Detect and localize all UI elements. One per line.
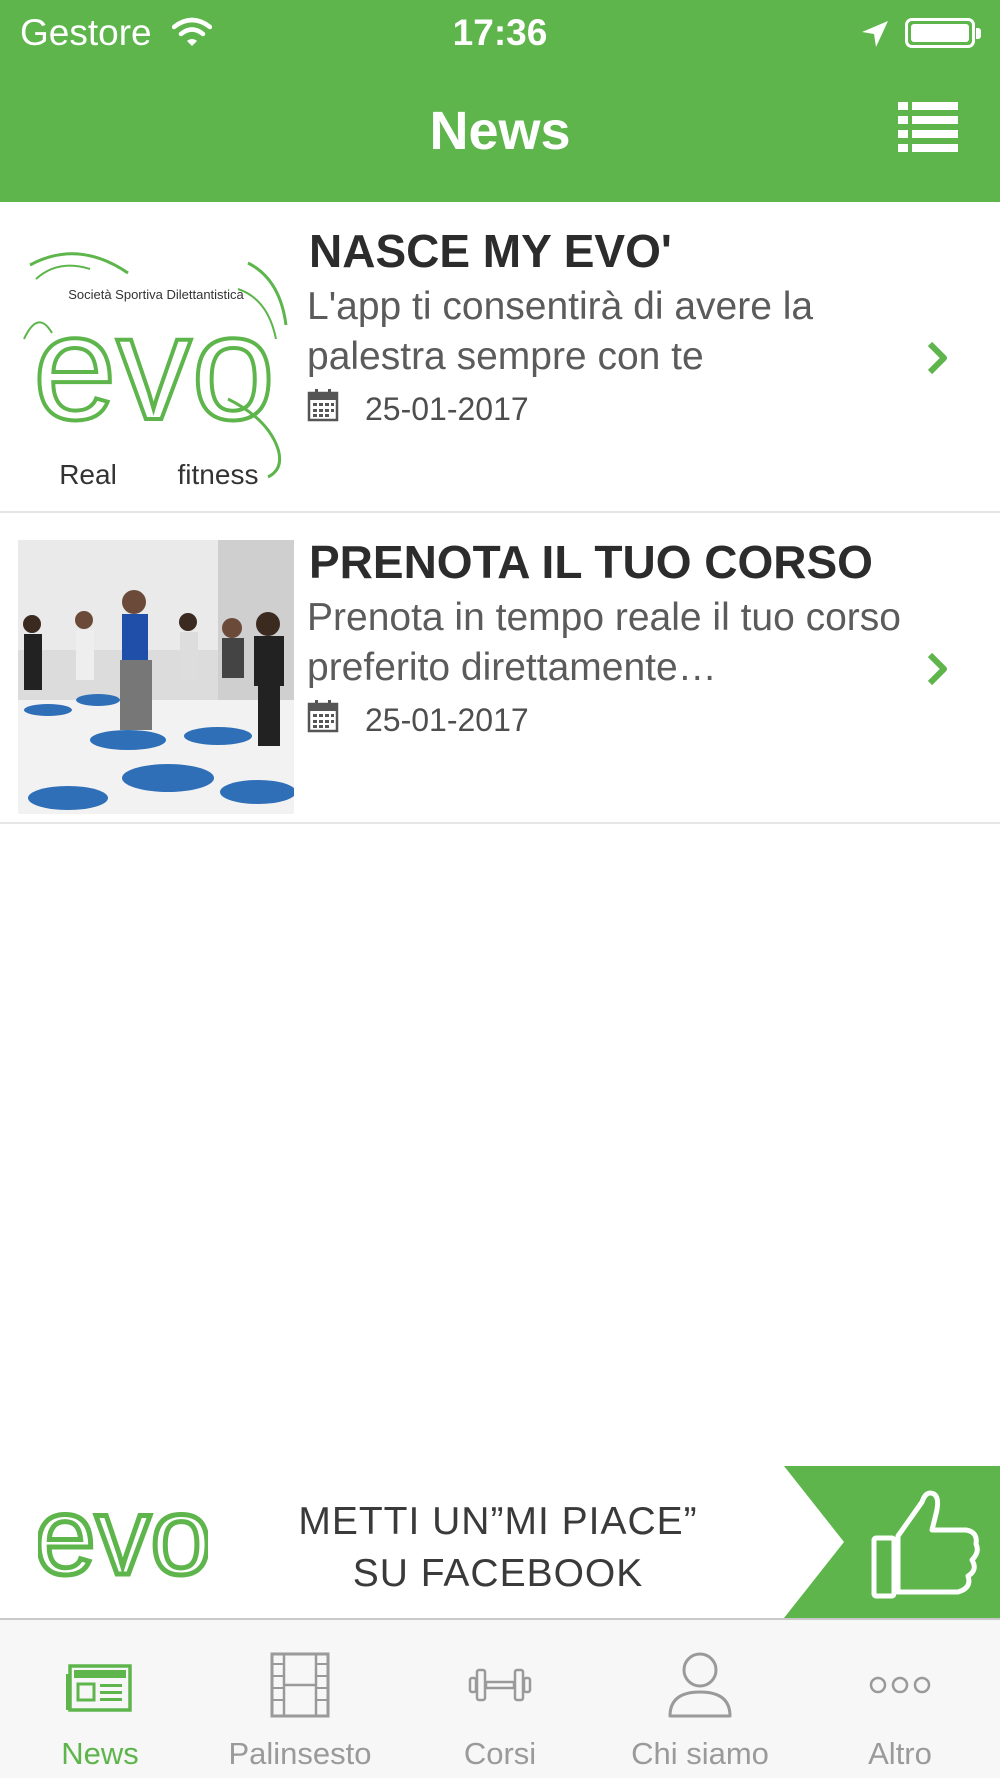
page-title: News (429, 101, 571, 161)
tab-news[interactable]: News (0, 1620, 200, 1778)
tab-label: Palinsesto (228, 1736, 372, 1771)
tab-label: Chi siamo (631, 1736, 769, 1771)
tab-label: News (61, 1736, 139, 1771)
banner-logo-text: evo (38, 1486, 208, 1596)
film-icon (200, 1650, 400, 1720)
newspaper-icon (0, 1650, 200, 1720)
banner-text: METTI UN”MI PIACE” SU FACEBOOK (258, 1496, 738, 1600)
banner-line-2: SU FACEBOOK (352, 1552, 644, 1595)
news-date-text: 25-01-2017 (365, 701, 529, 738)
logo-brand: evo (33, 283, 275, 451)
navigation-header: Gestore 17:36 News (0, 0, 1000, 202)
news-date: 25-01-2017 (307, 699, 529, 741)
location-arrow-icon (860, 16, 890, 58)
calendar-icon (307, 388, 339, 430)
fitness-class-photo (18, 540, 294, 814)
clock: 17:36 (452, 12, 548, 53)
calendar-icon (307, 699, 339, 741)
tab-palinsesto[interactable]: Palinsesto (200, 1620, 400, 1778)
logo-right-word: fitness (178, 459, 259, 490)
news-description: L'app ti consentirà di avere la palestra… (307, 285, 814, 378)
tab-label: Altro (868, 1736, 932, 1771)
tab-corsi[interactable]: Corsi (400, 1620, 600, 1778)
news-description: Prenota in tempo reale il tuo corso pref… (307, 596, 901, 689)
tab-chi-siamo[interactable]: Chi siamo (600, 1620, 800, 1778)
chevron-right-icon (926, 340, 948, 381)
news-title: PRENOTA IL TUO CORSO (309, 536, 873, 588)
news-title: NASCE MY EVO' (309, 225, 672, 277)
logo-left-word: Real (59, 459, 117, 490)
news-item[interactable]: PRENOTA IL TUO CORSO Prenota in tempo re… (0, 513, 1000, 824)
dumbbell-icon (400, 1650, 600, 1720)
banner-line-1: METTI UN”MI PIACE” (298, 1500, 698, 1543)
tab-label: Corsi (463, 1736, 537, 1771)
banner-green-panel (784, 1466, 1000, 1618)
evo-logo: evo (32, 1473, 214, 1601)
tab-altro[interactable]: Altro (800, 1620, 1000, 1778)
news-item[interactable]: Società Sportiva Dilettantistica evo Rea… (0, 202, 1000, 513)
news-date-text: 25-01-2017 (365, 390, 529, 427)
chevron-right-icon (926, 651, 948, 692)
status-bar: Gestore 17:36 (0, 0, 1000, 66)
more-icon (800, 1650, 1000, 1720)
news-date: 25-01-2017 (307, 388, 529, 430)
list-icon (898, 102, 958, 152)
person-icon (600, 1650, 800, 1720)
tab-bar: News Palinsesto Corsi Chi siamo Altro (0, 1618, 1000, 1778)
battery-icon (905, 18, 981, 48)
evo-logo-thumbnail: Società Sportiva Dilettantistica evo Rea… (18, 229, 294, 503)
list-menu-button[interactable] (896, 100, 962, 156)
facebook-like-banner[interactable]: evo METTI UN”MI PIACE” SU FACEBOOK (0, 1466, 1000, 1618)
